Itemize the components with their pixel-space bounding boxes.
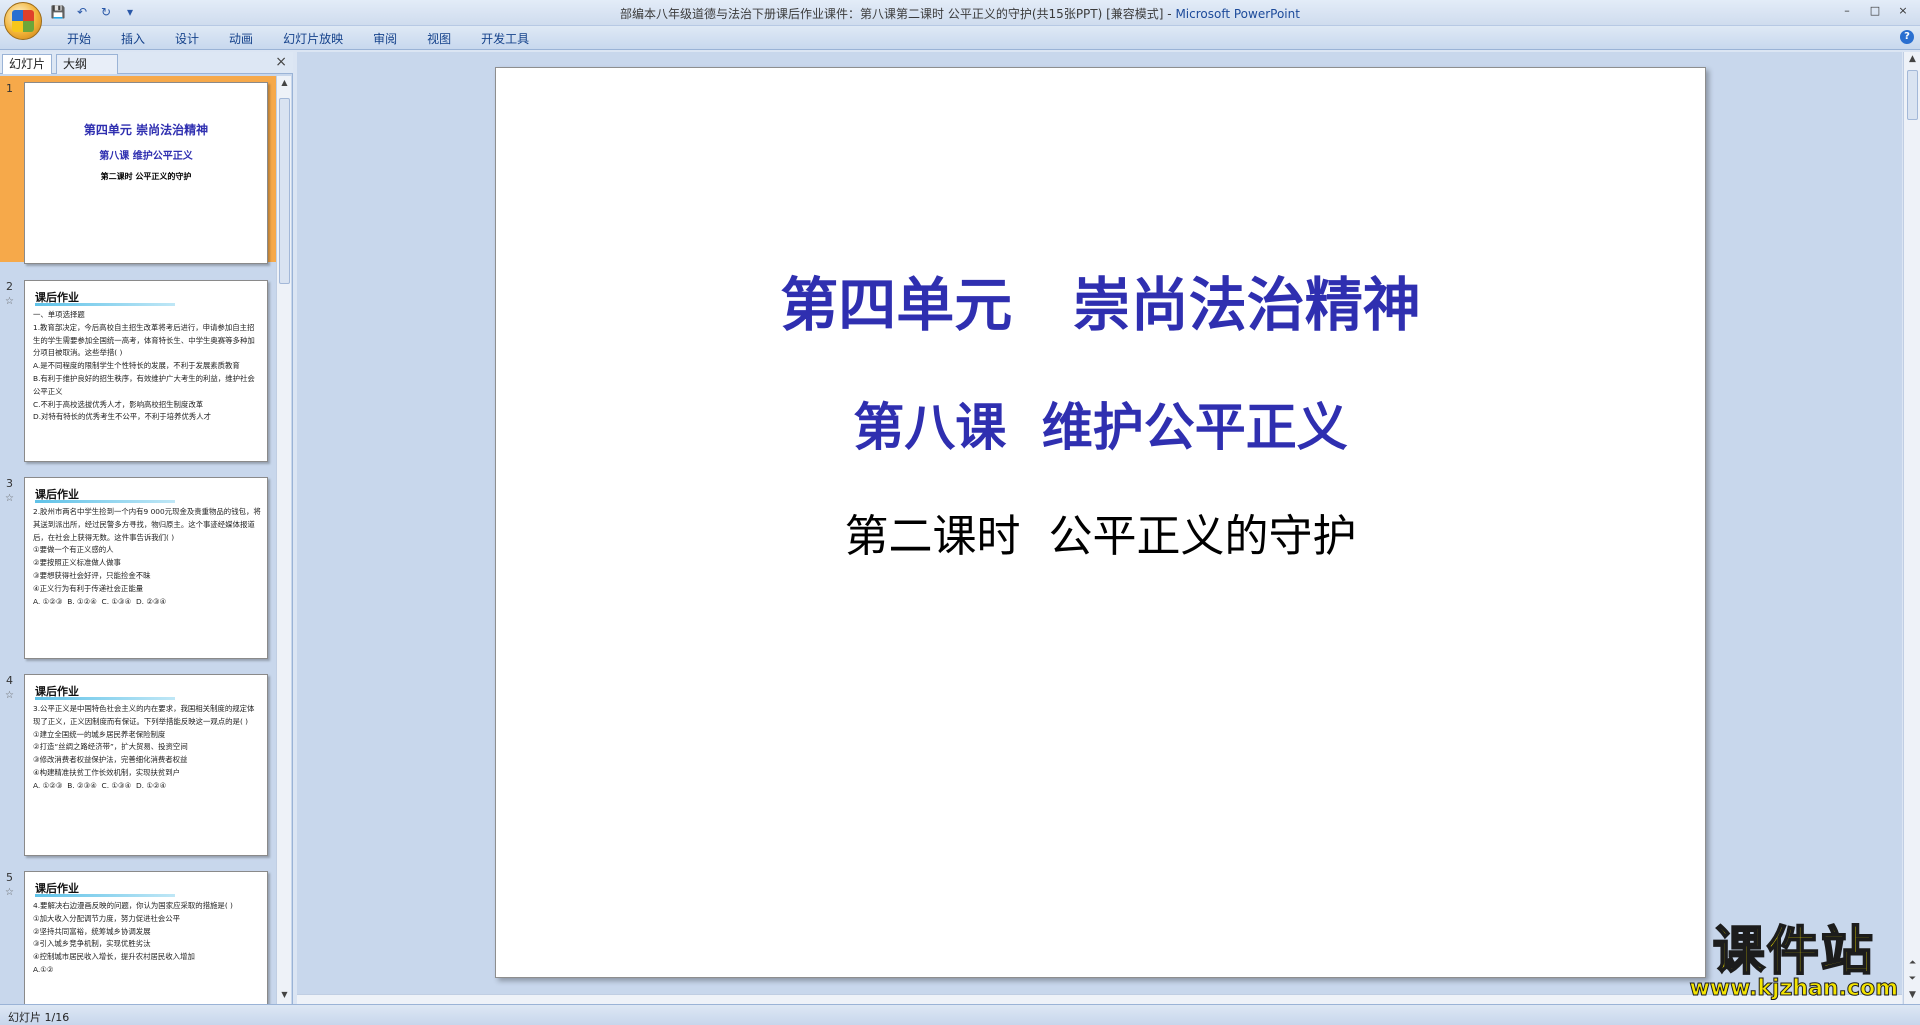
tab-insert[interactable]: 插入 xyxy=(106,29,160,49)
pane-close-icon[interactable]: × xyxy=(275,54,287,70)
help-icon[interactable]: ? xyxy=(1900,30,1914,44)
previous-slide-icon[interactable]: ⏶ xyxy=(1907,958,1918,968)
thumbnail-preview: 课后作业 4.要解决右边漫画反映的问题，你认为国家应采取的措施是( ) ①加大收… xyxy=(24,871,268,1004)
scroll-down-icon[interactable]: ▼ xyxy=(1907,990,1918,1000)
scroll-down-icon[interactable]: ▼ xyxy=(279,990,290,1002)
tab-review[interactable]: 审阅 xyxy=(358,29,412,49)
slide-number: 2 xyxy=(6,280,13,293)
app-name: Microsoft PowerPoint xyxy=(1175,7,1300,21)
maximize-button[interactable]: □ xyxy=(1862,2,1888,20)
slide-canvas[interactable]: 第四单元 崇尚法治精神 第八课 维护公平正义 第二课时 公平正义的守护 xyxy=(495,67,1706,978)
thumbnail-preview: 课后作业 2.胶州市两名中学生捡到一个内有9 000元现金及贵重物品的钱包，将其… xyxy=(24,477,268,659)
document-title: 部编本八年级道德与法治下册课后作业课件：第八课第二课时 公平正义的守护(共15张… xyxy=(620,7,1176,21)
tab-developer[interactable]: 开发工具 xyxy=(466,29,544,49)
thumb-body: 2.胶州市两名中学生捡到一个内有9 000元现金及贵重物品的钱包，将其送到派出所… xyxy=(33,507,261,606)
tab-slides[interactable]: 幻灯片 xyxy=(2,54,53,74)
thumb-lesson: 第二课时 公平正义的守护 xyxy=(100,172,192,181)
slide-thumbnail-4[interactable]: 4 ☆ 课后作业 3.公平正义是中国特色社会主义的内在要求，我国相关制度的规定体… xyxy=(0,668,276,856)
close-button[interactable]: × xyxy=(1890,2,1916,20)
animation-star-icon: ☆ xyxy=(5,493,14,504)
title-underline xyxy=(35,697,175,700)
watermark-text: 课件站 xyxy=(1712,922,1875,982)
tab-outline[interactable]: 大纲 xyxy=(56,54,118,74)
animation-star-icon: ☆ xyxy=(5,296,14,307)
pane-tab-bar: 幻灯片 大纲 × xyxy=(0,52,293,74)
slide-thumbnail-5[interactable]: 5 ☆ 课后作业 4.要解决右边漫画反映的问题，你认为国家应采取的措施是( ) … xyxy=(0,865,276,1004)
scroll-thumb[interactable] xyxy=(1907,70,1918,120)
watermark-url: www.kjzhan.com xyxy=(1689,976,1899,1002)
slide-number: 1 xyxy=(6,82,13,95)
slide-thumbnail-3[interactable]: 3 ☆ 课后作业 2.胶州市两名中学生捡到一个内有9 000元现金及贵重物品的钱… xyxy=(0,471,276,659)
title-underline xyxy=(35,500,175,503)
thumb-title: 第四单元 崇尚法治精神 xyxy=(83,123,209,137)
title-underline xyxy=(35,894,175,897)
thumbnail-preview: 课后作业 一、单项选择题 1.教育部决定，今后高校自主招生改革将考后进行，申请参… xyxy=(24,280,268,462)
minimize-button[interactable]: – xyxy=(1834,2,1860,20)
animation-star-icon: ☆ xyxy=(5,690,14,701)
slide-counter: 幻灯片 1/16 xyxy=(8,1011,70,1024)
watermark-logo: 课件站 www.kjzhan.com xyxy=(1689,922,1899,1002)
slide-title[interactable]: 第四单元 崇尚法治精神 xyxy=(496,258,1705,342)
tab-animations[interactable]: 动画 xyxy=(214,29,268,49)
window-title: 部编本八年级道德与法治下册课后作业课件：第八课第二课时 公平正义的守护(共15张… xyxy=(0,5,1920,22)
scroll-up-icon[interactable]: ▲ xyxy=(279,78,290,90)
animation-star-icon: ☆ xyxy=(5,887,14,898)
slide-number: 4 xyxy=(6,674,13,687)
next-slide-icon[interactable]: ⏷ xyxy=(1907,974,1918,984)
vertical-scrollbar[interactable]: ▲ ⏶ ⏷ ▼ xyxy=(1903,52,1920,1004)
slide-lesson-title[interactable]: 第二课时 公平正义的守护 xyxy=(496,500,1705,564)
thumb-body: 4.要解决右边漫画反映的问题，你认为国家应采取的措施是( ) ①加大收入分配调节… xyxy=(33,901,233,974)
slide-thumbnail-1[interactable]: 1 第四单元 崇尚法治精神 第八课 维护公平正义 第二课时 公平正义的守护 xyxy=(0,76,276,264)
ribbon-tab-bar: 开始 插入 设计 动画 幻灯片放映 审阅 视图 开发工具 ? xyxy=(0,26,1920,50)
slides-pane: 幻灯片 大纲 × 1 第四单元 崇尚法治精神 第八课 维护公平正义 第二课时 公… xyxy=(0,52,293,1004)
office-button[interactable] xyxy=(4,2,42,40)
title-underline xyxy=(35,303,175,306)
office-logo-icon xyxy=(12,10,34,32)
thumbnail-preview: 第四单元 崇尚法治精神 第八课 维护公平正义 第二课时 公平正义的守护 xyxy=(24,82,268,264)
slide-number: 3 xyxy=(6,477,13,490)
horizontal-scrollbar[interactable] xyxy=(297,994,1902,1004)
scroll-up-icon[interactable]: ▲ xyxy=(1907,54,1918,64)
window-controls: – □ × xyxy=(1834,2,1916,20)
tab-home[interactable]: 开始 xyxy=(52,29,106,49)
thumb-body: 一、单项选择题 1.教育部决定，今后高校自主招生改革将考后进行，申请参加自主招生… xyxy=(33,310,255,422)
slide-subtitle[interactable]: 第八课 维护公平正义 xyxy=(496,386,1705,460)
scroll-thumb[interactable] xyxy=(279,98,290,284)
tab-view[interactable]: 视图 xyxy=(412,29,466,49)
slide-thumbnail-2[interactable]: 2 ☆ 课后作业 一、单项选择题 1.教育部决定，今后高校自主招生改革将考后进行… xyxy=(0,274,276,462)
slide-number: 5 xyxy=(6,871,13,884)
thumbnail-scrollbar[interactable]: ▲ ▼ xyxy=(276,76,291,1004)
thumb-subtitle: 第八课 维护公平正义 xyxy=(99,151,193,162)
title-bar: 💾 ↶ ↻ ▾ 部编本八年级道德与法治下册课后作业课件：第八课第二课时 公平正义… xyxy=(0,0,1920,40)
thumb-body: 3.公平正义是中国特色社会主义的内在要求，我国相关制度的规定体现了正义，正义因制… xyxy=(33,704,255,790)
slide-editor: 第四单元 崇尚法治精神 第八课 维护公平正义 第二课时 公平正义的守护 xyxy=(297,52,1902,994)
thumbnail-list: 1 第四单元 崇尚法治精神 第八课 维护公平正义 第二课时 公平正义的守护 2 … xyxy=(0,76,276,1004)
tab-slide-show[interactable]: 幻灯片放映 xyxy=(268,29,358,49)
status-bar: 幻灯片 1/16 xyxy=(0,1004,1920,1025)
thumbnail-preview: 课后作业 3.公平正义是中国特色社会主义的内在要求，我国相关制度的规定体现了正义… xyxy=(24,674,268,856)
tab-design[interactable]: 设计 xyxy=(160,29,214,49)
